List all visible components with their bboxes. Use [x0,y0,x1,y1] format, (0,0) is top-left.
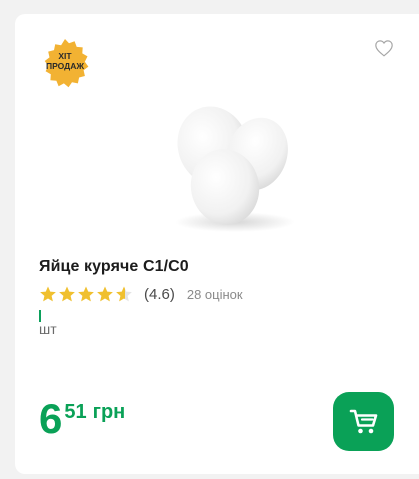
price-integer: 6 [39,395,63,442]
product-title[interactable]: Яйце куряче С1/С0 [39,258,189,276]
star-full-icon [40,286,56,302]
add-to-cart-button[interactable] [333,392,394,451]
heart-outline-icon [375,40,393,57]
rating-value: (4.6) [144,285,175,303]
star-full-icon [59,286,75,302]
rating-stars [39,285,133,303]
product-rating: (4.6) 28 оцінок [39,284,243,304]
price: 6 51 грн [39,398,125,440]
star-half-icon [116,286,132,302]
unit-label: шт [39,321,57,337]
product-image[interactable] [155,104,310,239]
favorite-button[interactable] [374,39,394,57]
price-fraction: 51 [64,401,87,423]
star-full-icon [78,286,94,302]
rating-count-link[interactable]: 28 оцінок [187,287,243,302]
badge-line-1: ХІТ [58,51,72,61]
star-full-icon [97,286,113,302]
eggs-image [175,106,295,232]
price-currency: грн [92,401,126,423]
shopping-cart-icon [349,409,377,433]
badge-line-2: ПРОДАЖ [45,61,85,71]
product-card[interactable]: ХІТ ПРОДАЖ Яйце куряче С1/С0 (4.6) 28 оц… [15,14,419,474]
hit-sale-badge: ХІТ ПРОДАЖ [39,38,91,90]
